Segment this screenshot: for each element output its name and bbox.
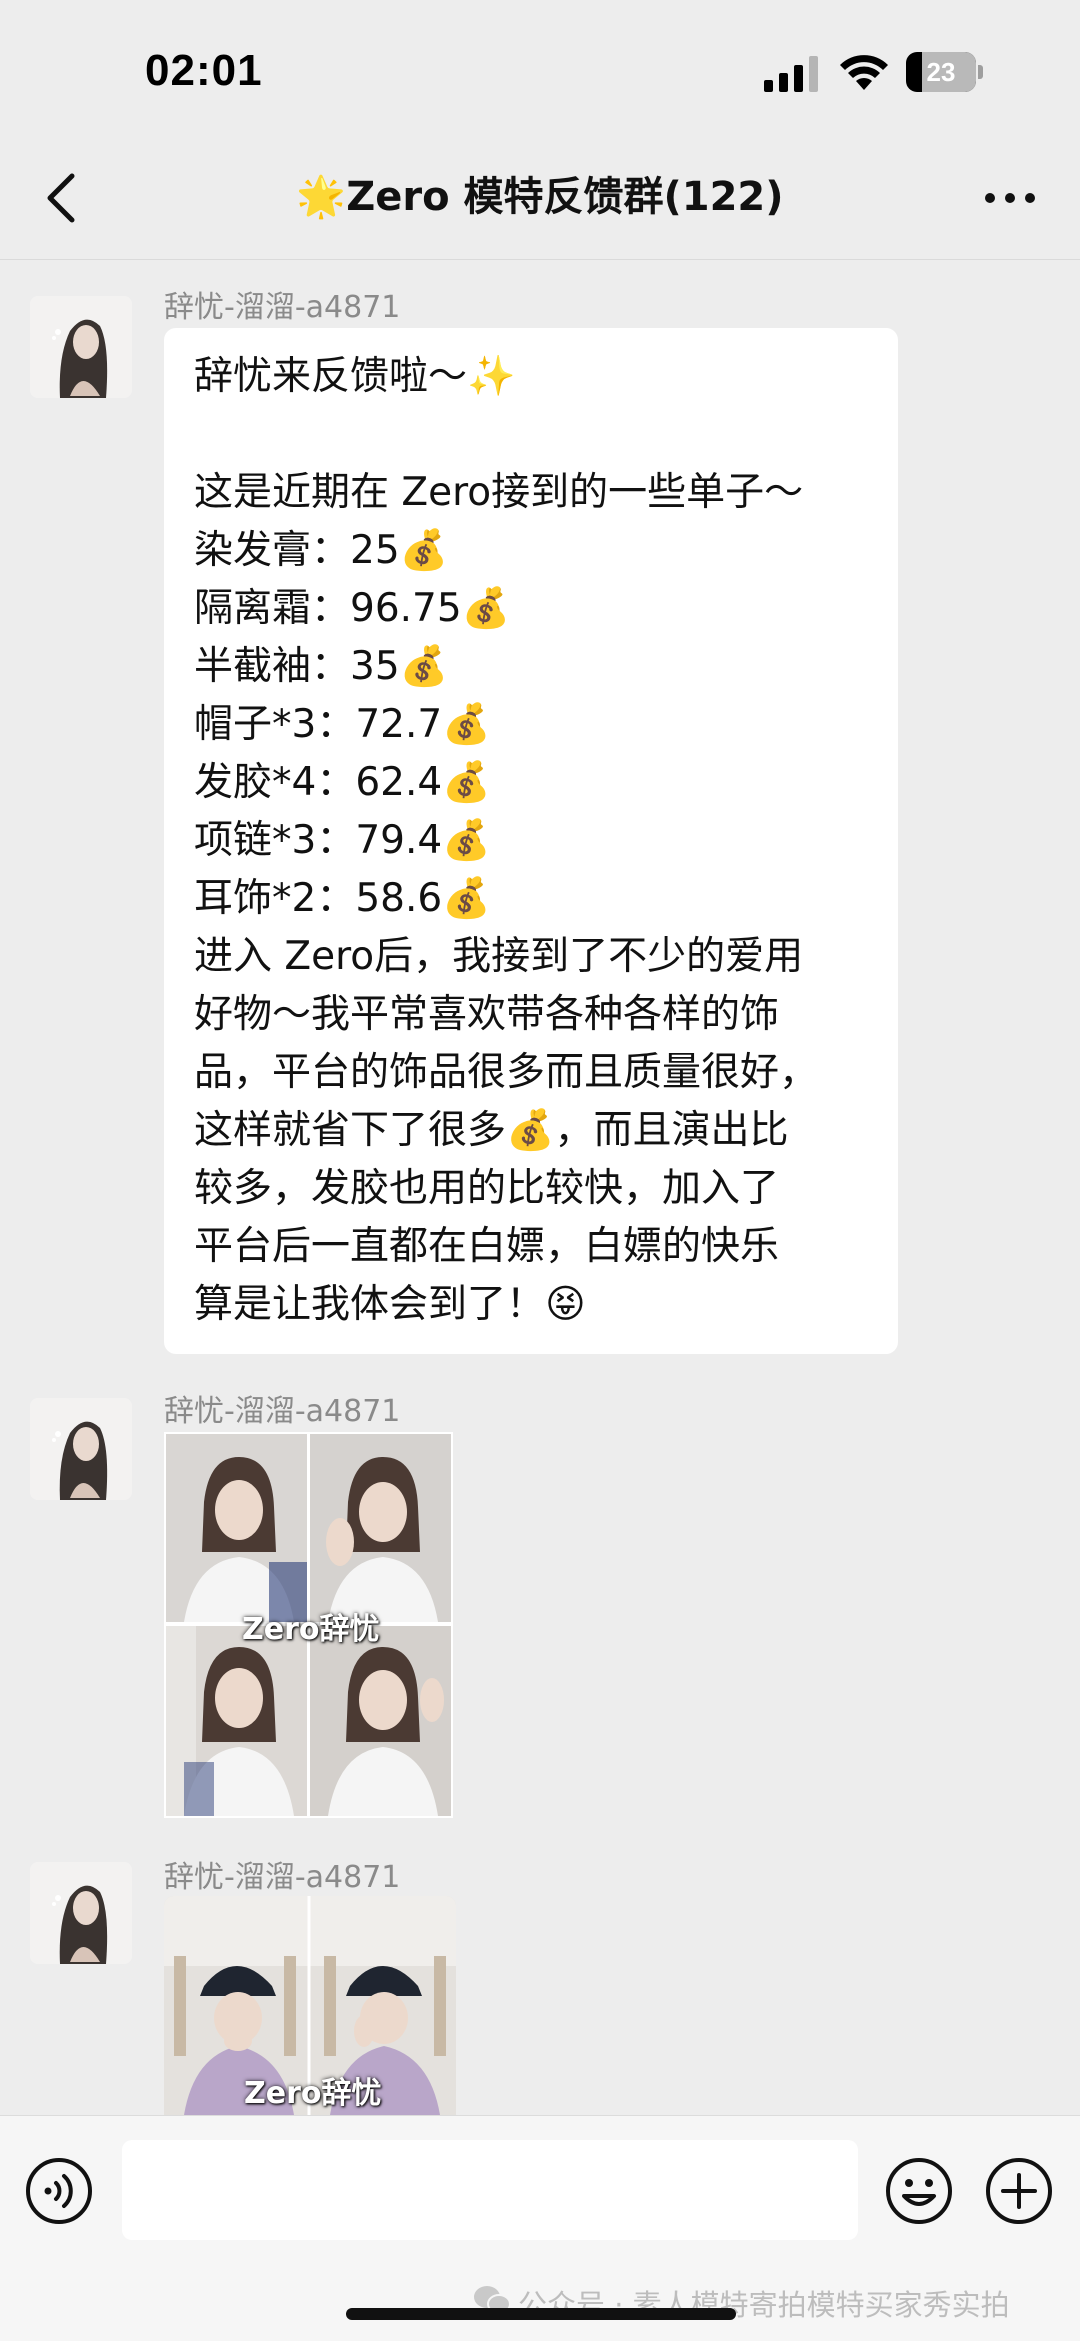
voice-icon[interactable] — [24, 2156, 94, 2226]
status-bar: 02:01 23 — [0, 0, 1080, 140]
image-watermark: Zero辞忧 — [244, 2076, 382, 2111]
chat-header: 🌟Zero 模特反馈群(122) — [0, 140, 1080, 260]
battery-icon: 23 — [906, 52, 984, 92]
image-message[interactable]: Zero辞忧 — [164, 1896, 456, 2115]
status-time: 02:01 — [145, 46, 263, 95]
message-line: 染发膏：25💰 — [194, 528, 449, 573]
message-line: 半截袖：35💰 — [194, 644, 449, 689]
message-line: 平台后一直都在白嫖，白嫖的快乐 — [194, 1224, 780, 1269]
sender-name: 辞忧-溜溜-a4871 — [164, 1394, 401, 1429]
wifi-icon — [840, 55, 888, 90]
message-line: 品，平台的饰品很多而且质量很好， — [194, 1050, 819, 1095]
message-line: 进入 Zero后，我接到了不少的爱用 — [194, 934, 804, 979]
avatar[interactable] — [30, 1862, 132, 1964]
message-line: 项链*3：79.4💰 — [194, 818, 491, 863]
avatar[interactable] — [30, 1398, 132, 1500]
image-watermark: Zero辞忧 — [242, 1612, 380, 1647]
chat-title: 🌟Zero 模特反馈群(122) — [296, 174, 784, 220]
message-input[interactable] — [122, 2140, 858, 2240]
message-line: 耳饰*2：58.6💰 — [194, 876, 491, 921]
message-line: 这样就省下了很多💰，而且演出比 — [194, 1108, 789, 1153]
signal-icon — [764, 56, 818, 92]
message-line — [194, 406, 898, 464]
message-line: 隔离霜：96.75💰 — [194, 586, 511, 631]
back-icon[interactable] — [30, 162, 100, 232]
message-line: 较多，发胶也用的比较快，加入了 — [194, 1166, 780, 1211]
message-line: 这是近期在 Zero接到的一些单子～ — [194, 470, 804, 515]
message-line: 帽子*3：72.7💰 — [194, 702, 491, 747]
plus-icon[interactable] — [984, 2156, 1054, 2226]
avatar[interactable] — [30, 296, 132, 398]
more-icon[interactable] — [975, 162, 1045, 232]
message-line: 辞忧来反馈啦～✨ — [194, 354, 516, 399]
message-line: 好物～我平常喜欢带各种各样的饰 — [194, 992, 780, 1037]
image-message[interactable]: Zero辞忧 — [164, 1432, 453, 1818]
home-indicator[interactable] — [346, 2308, 736, 2320]
message-bubble[interactable]: 辞忧来反馈啦～✨ 这是近期在 Zero接到的一些单子～ 染发膏：25💰 隔离霜：… — [164, 328, 898, 1354]
sender-name: 辞忧-溜溜-a4871 — [164, 1860, 401, 1895]
message-line: 发胶*4：62.4💰 — [194, 760, 491, 805]
sender-name: 辞忧-溜溜-a4871 — [164, 290, 401, 325]
battery-level: 23 — [926, 57, 956, 87]
message-line: 算是让我体会到了！😝 — [194, 1282, 586, 1327]
emoji-icon[interactable] — [884, 2156, 954, 2226]
